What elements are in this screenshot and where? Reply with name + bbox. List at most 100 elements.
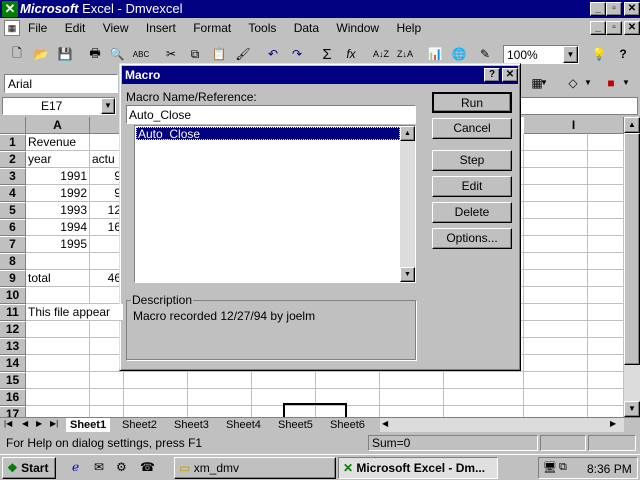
edit-button[interactable]: Edit [432, 176, 512, 197]
row-header[interactable]: 7 [0, 236, 26, 253]
selected-cell-e17[interactable] [283, 403, 347, 417]
cell-empty[interactable] [588, 253, 624, 270]
sheet-tab-2[interactable]: Sheet2 [118, 418, 161, 432]
cell-a[interactable]: 1993 [26, 202, 90, 219]
excel-app-icon[interactable]: ✕ [2, 1, 18, 17]
select-all-corner[interactable] [0, 117, 26, 134]
task-xm-dmv[interactable]: ▭ xm_dmv [174, 457, 336, 479]
cell-a[interactable]: 1992 [26, 185, 90, 202]
help-icon[interactable]: ? [612, 43, 634, 65]
sort-ascending-icon[interactable]: A↓Z [370, 43, 392, 65]
macro-name-input[interactable]: Auto_Close [126, 105, 416, 124]
cell-a[interactable] [26, 321, 90, 338]
cell-a[interactable]: total [26, 270, 90, 287]
row-header[interactable]: 2 [0, 151, 26, 168]
tray-icon-1[interactable]: 🖥 [543, 461, 557, 474]
zoom-dropdown-icon[interactable]: ▼ [563, 46, 578, 63]
last-sheet-icon[interactable]: ▶| [50, 419, 58, 428]
scroll-up-icon[interactable]: ▲ [624, 117, 640, 133]
sheet-tab-6[interactable]: Sheet6 [326, 418, 369, 432]
cell-empty[interactable] [588, 304, 624, 321]
cell-empty[interactable] [524, 321, 588, 338]
minimize-button[interactable]: _ [590, 2, 606, 16]
name-box-dropdown-icon[interactable]: ▼ [101, 98, 115, 114]
cell-b[interactable] [90, 389, 124, 406]
prev-sheet-icon[interactable]: ◀ [22, 419, 28, 428]
font-box[interactable]: Arial [4, 74, 118, 93]
row-header[interactable]: 10 [0, 287, 26, 304]
font-color-icon[interactable]: ■ [600, 72, 622, 94]
network-icon[interactable]: ☎ [140, 460, 155, 474]
row-header[interactable]: 5 [0, 202, 26, 219]
tray-icon-2[interactable]: ⧉ [559, 461, 567, 474]
cell-empty[interactable] [380, 406, 444, 417]
copy-icon[interactable]: ⧉ [184, 43, 206, 65]
outlook-icon[interactable]: ✉ [94, 460, 104, 474]
dialog-close-button[interactable]: ✕ [502, 68, 518, 82]
row-header[interactable]: 9 [0, 270, 26, 287]
borders-dropdown-icon[interactable]: ▼ [540, 78, 548, 87]
cell-a[interactable] [26, 338, 90, 355]
menu-data[interactable]: Data [294, 21, 319, 35]
ie-icon[interactable]: ℯ [72, 460, 79, 474]
cell-empty[interactable] [524, 355, 588, 372]
cell-a[interactable]: 1994 [26, 219, 90, 236]
sheet-tab-4[interactable]: Sheet4 [222, 418, 265, 432]
function-wizard-icon[interactable]: fx [340, 43, 362, 65]
cell-empty[interactable] [444, 406, 524, 417]
menu-window[interactable]: Window [336, 21, 379, 35]
doc-restore-button[interactable]: ▫ [606, 21, 622, 35]
vertical-scrollbar[interactable]: ▲ ▼ [624, 117, 640, 417]
cell-empty[interactable] [588, 168, 624, 185]
cell-empty[interactable] [588, 389, 624, 406]
cell-empty[interactable] [524, 253, 588, 270]
spelling-icon[interactable]: ABC [130, 43, 152, 65]
cell-empty[interactable] [588, 355, 624, 372]
row-header[interactable]: 15 [0, 372, 26, 389]
cell-empty[interactable] [124, 389, 188, 406]
cell-a[interactable]: This file appear [26, 304, 124, 321]
cell-a[interactable]: 1995 [26, 236, 90, 253]
menu-format[interactable]: Format [193, 21, 231, 35]
cell-empty[interactable] [524, 202, 588, 219]
cell-empty[interactable] [524, 389, 588, 406]
cell-empty[interactable] [188, 406, 252, 417]
cell-a[interactable] [26, 253, 90, 270]
close-button[interactable]: ✕ [624, 2, 640, 16]
print-icon[interactable]: 🖶 [84, 43, 106, 65]
menu-help[interactable]: Help [396, 21, 421, 35]
cell-empty[interactable] [444, 372, 524, 389]
cell-empty[interactable] [588, 321, 624, 338]
row-header[interactable]: 17 [0, 406, 26, 417]
sheet-tab-3[interactable]: Sheet3 [170, 418, 213, 432]
redo-icon[interactable]: ↷ [286, 43, 308, 65]
row-header[interactable]: 3 [0, 168, 26, 185]
first-sheet-icon[interactable]: |◀ [4, 419, 12, 428]
cell-empty[interactable] [524, 406, 588, 417]
menu-tools[interactable]: Tools [248, 21, 276, 35]
cell-empty[interactable] [588, 185, 624, 202]
cell-empty[interactable] [252, 372, 316, 389]
menu-view[interactable]: View [103, 21, 129, 35]
sheet-tab-1[interactable]: Sheet1 [66, 418, 111, 432]
menu-edit[interactable]: Edit [65, 21, 86, 35]
chart-wizard-icon[interactable]: 📊 [424, 43, 446, 65]
menu-insert[interactable]: Insert [146, 21, 176, 35]
macro-list[interactable]: Auto_Close ▲ ▼ [134, 125, 416, 283]
start-button[interactable]: ❖ Start [2, 457, 56, 479]
name-box[interactable]: E17 ▼ [2, 97, 116, 115]
horizontal-scrollbar[interactable]: ◀ ▶ [380, 418, 624, 432]
column-header-i[interactable]: I [524, 117, 624, 134]
font-color-dropdown-icon[interactable]: ▼ [622, 78, 630, 87]
task-excel[interactable]: ✕ Microsoft Excel - Dm... [338, 457, 498, 479]
undo-icon[interactable]: ↶ [262, 43, 284, 65]
row-header[interactable]: 11 [0, 304, 26, 321]
fill-color-dropdown-icon[interactable]: ▼ [584, 78, 592, 87]
cell-empty[interactable] [380, 372, 444, 389]
new-icon[interactable]: 🗋 [6, 43, 28, 65]
cell-empty[interactable] [524, 151, 588, 168]
list-scroll-down-icon[interactable]: ▼ [400, 267, 415, 282]
scroll-down-icon[interactable]: ▼ [624, 401, 640, 417]
cell-empty[interactable] [524, 134, 588, 151]
cell-empty[interactable] [588, 287, 624, 304]
